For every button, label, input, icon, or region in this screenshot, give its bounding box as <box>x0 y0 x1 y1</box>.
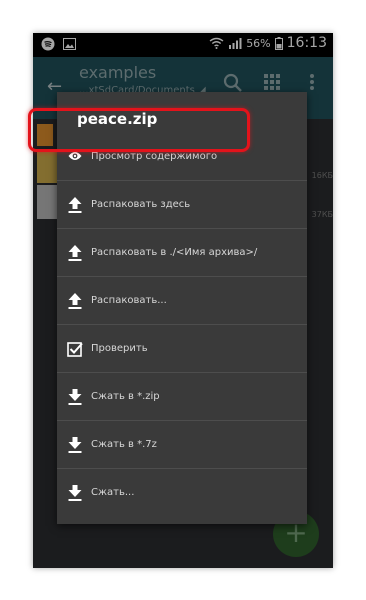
checkbox-icon <box>65 341 85 357</box>
menu-item-label: Сжать в *.7z <box>91 439 157 450</box>
menu-item-extract-dialog[interactable]: Распаковать... <box>57 276 307 324</box>
context-dialog: peace.zip Просмотр содержимого Распакова… <box>57 92 307 524</box>
eye-icon <box>65 151 85 161</box>
menu-item-label: Проверить <box>91 343 148 354</box>
compress-down-icon <box>65 484 85 501</box>
menu-item-label: Распаковать... <box>91 295 167 306</box>
extract-up-icon <box>65 244 85 261</box>
compress-down-icon <box>65 436 85 453</box>
menu-item-extract-to-folder[interactable]: Распаковать в ./<Имя архива>/ <box>57 228 307 276</box>
menu-item-compress-7z[interactable]: Сжать в *.7z <box>57 420 307 468</box>
menu-item-label: Просмотр содержимого <box>91 150 218 162</box>
menu-item-label: Распаковать в ./<Имя архива>/ <box>91 247 258 258</box>
menu-item-label: Сжать в *.zip <box>91 391 160 402</box>
highlight-frame <box>28 108 250 152</box>
menu-item-compress-dialog[interactable]: Сжать... <box>57 468 307 516</box>
menu-item-extract-here[interactable]: Распаковать здесь <box>57 180 307 228</box>
extract-up-icon <box>65 196 85 213</box>
compress-down-icon <box>65 388 85 405</box>
menu-item-test[interactable]: Проверить <box>57 324 307 372</box>
menu-item-compress-zip[interactable]: Сжать в *.zip <box>57 372 307 420</box>
menu-item-label: Сжать... <box>91 487 135 498</box>
extract-up-icon <box>65 292 85 309</box>
menu-item-label: Распаковать здесь <box>91 199 191 210</box>
